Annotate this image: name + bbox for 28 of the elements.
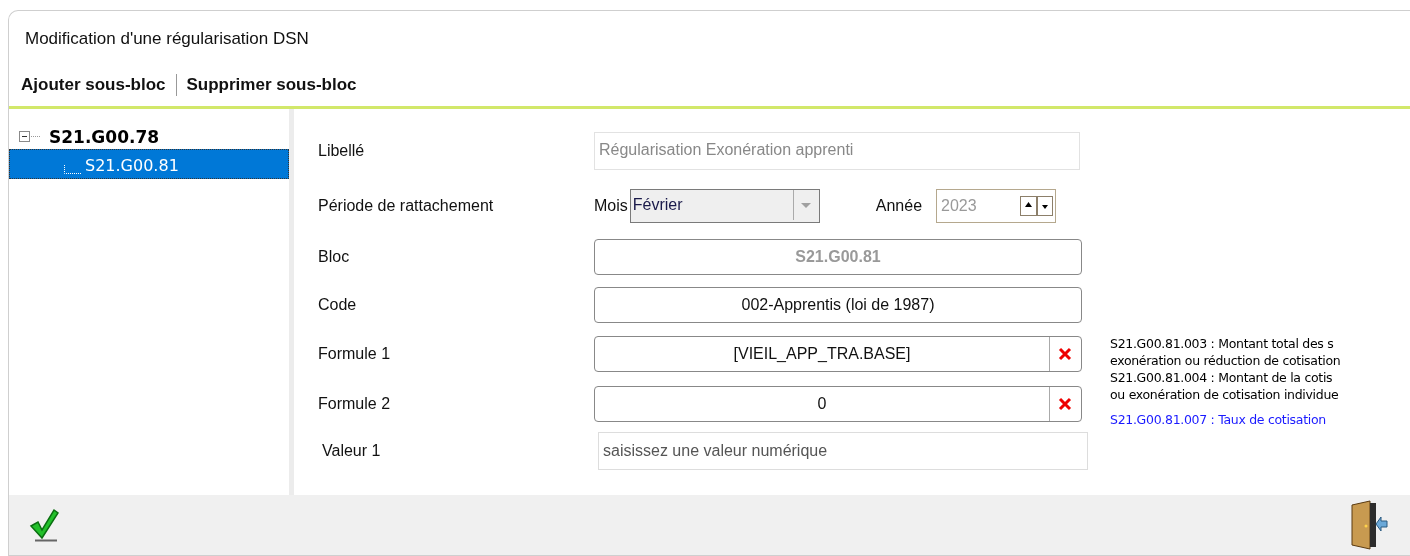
window-title: Modification d'une régularisation DSN [24, 28, 310, 50]
toolbar-button[interactable]: Supprimer sous-bloc [182, 74, 361, 95]
tree-item[interactable]: S21.G00.81 [9, 149, 289, 179]
field-label: Période de rattachement [317, 196, 495, 215]
field-label: Valeur 1 [321, 442, 382, 460]
help-text: exonération ou réduction de cotisation [1110, 352, 1341, 369]
formula-field[interactable]: 0 [594, 386, 1082, 422]
number-input[interactable]: saisissez une valeur numérique [598, 432, 1088, 470]
spinner-arrows-icon [1019, 193, 1056, 218]
month-label: Mois [594, 196, 628, 215]
field-label: Libellé [317, 141, 366, 160]
month-dropdown[interactable]: Février [629, 188, 820, 223]
field-label: Formule 2 [317, 395, 392, 413]
tree-item[interactable]: S21.G00.78 [9, 125, 289, 149]
formula-field[interactable]: [VIEIL_APP_TRA.BASE] [594, 336, 1082, 372]
help-text: S21.G00.81.004 : Montant de la cotis [1110, 369, 1334, 386]
year-label: Année [875, 196, 923, 215]
help-text: S21.G00.81.003 : Montant total des s [1110, 335, 1335, 352]
toolbar-button[interactable]: Ajouter sous-bloc [17, 74, 170, 95]
exit-door-icon[interactable] [1350, 499, 1388, 551]
value-field[interactable]: 002-Apprentis (loi de 1987) [594, 287, 1082, 323]
help-text: S21.G00.81.007 : Taux de cotisation [1110, 411, 1327, 428]
checkmark-icon[interactable] [29, 508, 59, 542]
field-label: Formule 1 [317, 345, 392, 363]
collapse-icon[interactable] [19, 131, 41, 143]
help-text: ou exonération de cotisation individue [1110, 386, 1340, 403]
field-label: Code [317, 296, 358, 314]
field-label: Bloc [317, 248, 351, 266]
